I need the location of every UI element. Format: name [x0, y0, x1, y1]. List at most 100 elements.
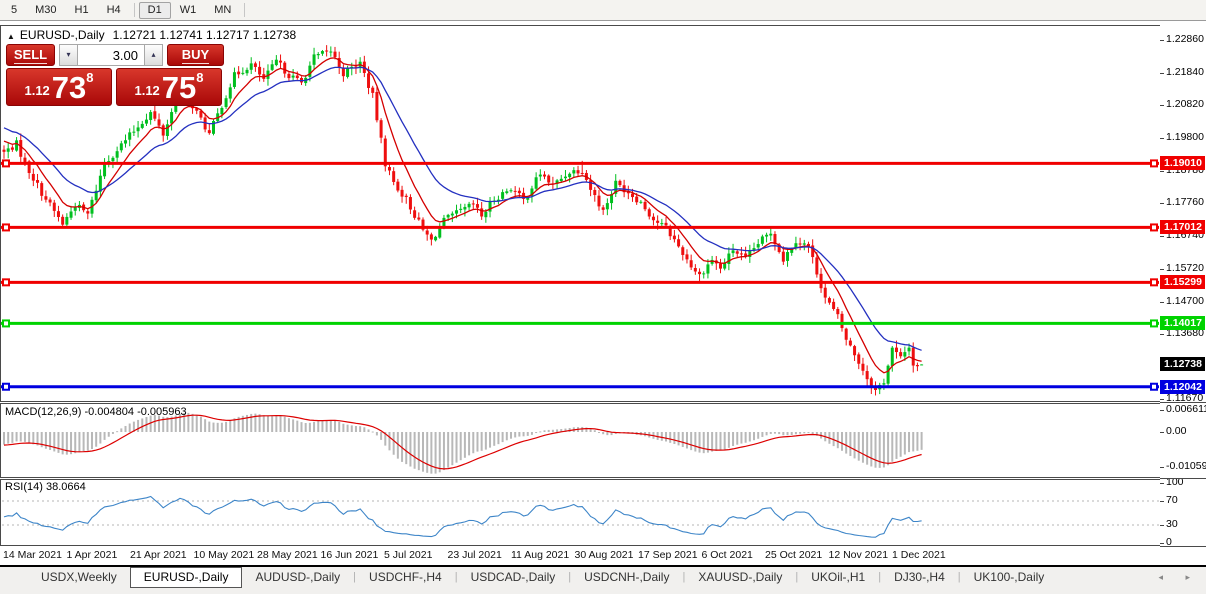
toolbar-separator — [133, 3, 135, 17]
line-handle[interactable] — [1150, 223, 1158, 232]
rsi-tick-label: 30 — [1166, 518, 1178, 530]
axis-tick — [1160, 432, 1164, 433]
timeframe-toolbar: 5 M30 H1 H4 D1 W1 MN — [0, 0, 1206, 21]
price-tick-label: 1.19800 — [1166, 131, 1204, 144]
chart-tab-usdx[interactable]: USDX,Weekly — [28, 567, 130, 586]
level-price-badge: 1.19010 — [1160, 156, 1205, 171]
price-tick-label: 1.22860 — [1166, 33, 1204, 45]
date-tick-label: 11 Aug 2021 — [511, 549, 570, 561]
axis-tick — [1160, 410, 1164, 412]
sell-button[interactable]: SELL — [6, 44, 55, 66]
rsi-tick-label: 70 — [1166, 494, 1178, 506]
timeframe-button-w1[interactable]: W1 — [171, 2, 206, 19]
timeframe-button-m30[interactable]: M30 — [26, 2, 65, 19]
volume-input[interactable] — [78, 44, 144, 66]
line-handle[interactable] — [2, 319, 10, 328]
axis-tick — [1160, 466, 1164, 468]
line-handle[interactable] — [1150, 278, 1158, 287]
line-handle[interactable] — [2, 278, 10, 287]
chart-tab-usdcad[interactable]: USDCAD-,Daily — [458, 567, 569, 586]
date-tick-label: 21 Apr 2021 — [130, 549, 187, 561]
axis-tick — [1160, 301, 1164, 303]
chart-tab-usdcnh[interactable]: USDCNH-,Daily — [571, 567, 682, 586]
line-handle[interactable] — [1150, 159, 1158, 168]
chart-tab-xauusd[interactable]: XAUUSD-,Daily — [685, 567, 795, 586]
timeframe-button-mn[interactable]: MN — [205, 2, 240, 19]
macd-tick-label: 0.00 — [1166, 425, 1187, 437]
price-tick-label: 1.21840 — [1166, 65, 1204, 78]
date-tick-label: 30 Aug 2021 — [574, 549, 634, 561]
buy-button[interactable]: BUY — [167, 44, 224, 66]
line-handle[interactable] — [2, 223, 10, 232]
date-tick-label: 6 Oct 2021 — [701, 549, 753, 561]
axis-tick — [1160, 501, 1164, 502]
collapse-panel-icon[interactable]: ▲ — [7, 32, 15, 41]
price-tick-label: 1.17760 — [1166, 196, 1204, 209]
date-tick-label: 1 Dec 2021 — [892, 549, 946, 561]
date-tick-label: 17 Sep 2021 — [638, 549, 698, 561]
axis-tick — [1160, 483, 1164, 484]
axis-tick — [1160, 138, 1164, 140]
macd-tick-label: 0.006611 — [1166, 403, 1206, 416]
axis-tick — [1160, 170, 1164, 172]
chart-tab-eurusd[interactable]: EURUSD-,Daily — [129, 567, 243, 588]
volume-stepper: ▾ ▴ — [59, 44, 163, 66]
chart-tab-audusd[interactable]: AUDUSD-,Daily — [242, 567, 353, 586]
buy-price-display[interactable]: 1.12 75 8 — [116, 68, 222, 106]
time-axis[interactable]: 14 Mar 2021 1 Apr 2021 21 Apr 2021 10 May 2… — [0, 547, 1206, 565]
price-tick-label: 1.20820 — [1166, 98, 1204, 111]
mt4-window: 5 M30 H1 H4 D1 W1 MN ▲ EURUSD-,Daily 1.12721 1.1… — [0, 0, 1206, 594]
date-tick-label: 23 Jul 2021 — [447, 549, 502, 561]
date-tick-label: 28 May 2021 — [257, 549, 318, 561]
one-click-trading-panel: SELL ▾ ▴ BUY 1.12 73 8 1.12 75 8 — [6, 44, 224, 106]
volume-decrease-button[interactable]: ▾ — [59, 44, 78, 66]
timeframe-button-h1[interactable]: H1 — [66, 2, 98, 19]
price-tick-label: 1.15720 — [1166, 261, 1204, 274]
line-handle[interactable] — [1150, 382, 1158, 391]
chart-title: ▲ EURUSD-,Daily 1.12721 1.12741 1.12717 1.… — [7, 28, 296, 42]
tab-scroll-arrows[interactable]: ◂ ▸ — [1158, 572, 1200, 583]
axis-tick — [1160, 236, 1164, 238]
chart-tab-bar: USDX,Weekly EURUSD-,Daily AUDUSD-,Daily | US… — [0, 567, 1206, 594]
date-tick-label: 12 Nov 2021 — [828, 549, 889, 561]
axis-tick — [1160, 334, 1164, 336]
timeframe-button-h4[interactable]: H4 — [98, 2, 130, 19]
date-tick-label: 10 May 2021 — [193, 549, 255, 561]
panel-divider — [1160, 477, 1206, 479]
axis-tick — [1160, 525, 1164, 526]
axis-tick — [1160, 72, 1164, 74]
date-tick-label: 25 Oct 2021 — [765, 549, 823, 561]
date-tick-label: 1 Apr 2021 — [66, 549, 118, 561]
chart-tab-uk100[interactable]: UK100-,Daily — [961, 567, 1058, 586]
axis-tick — [1160, 398, 1164, 400]
line-handle[interactable] — [2, 159, 10, 168]
date-tick-label: 5 Jul 2021 — [384, 549, 433, 561]
rsi-label: RSI(14) 38.0664 — [5, 481, 86, 493]
timeframe-button-d1[interactable]: D1 — [138, 1, 171, 19]
line-handle[interactable] — [2, 382, 10, 391]
sell-price-display[interactable]: 1.12 73 8 — [6, 68, 112, 106]
chart-tab-usdchf[interactable]: USDCHF-,H4 — [356, 567, 455, 586]
level-price-badge: 1.17012 — [1160, 220, 1205, 235]
level-price-badge: 1.14017 — [1160, 316, 1205, 331]
line-handle[interactable] — [1150, 319, 1158, 328]
rsi-canvas — [0, 479, 1161, 546]
macd-tick-label: -0.010598 — [1166, 459, 1206, 472]
price-axis[interactable]: 1.228601.218401.208201.198001.187801.177… — [1160, 25, 1206, 548]
level-price-badge: 1.12042 — [1160, 379, 1205, 394]
chart-tab-dj30[interactable]: DJ30-,H4 — [881, 567, 958, 586]
ohlc-readout: 1.12721 1.12741 1.12717 1.12738 — [112, 28, 297, 42]
toolbar-separator — [244, 3, 246, 17]
price-tick-label: 1.14700 — [1166, 294, 1204, 307]
axis-tick — [1160, 40, 1164, 41]
axis-tick — [1160, 543, 1164, 544]
axis-tick — [1160, 268, 1164, 270]
symbol-period-label: EURUSD-,Daily — [19, 28, 105, 42]
level-price-badge: 1.15299 — [1160, 275, 1205, 290]
axis-tick — [1160, 203, 1164, 205]
volume-increase-button[interactable]: ▴ — [144, 44, 163, 66]
date-tick-label: 16 Jun 2021 — [320, 549, 379, 561]
axis-tick — [1160, 105, 1164, 107]
chart-tab-ukoil[interactable]: UKOil-,H1 — [798, 567, 878, 586]
timeframe-button-5[interactable]: 5 — [2, 2, 26, 19]
